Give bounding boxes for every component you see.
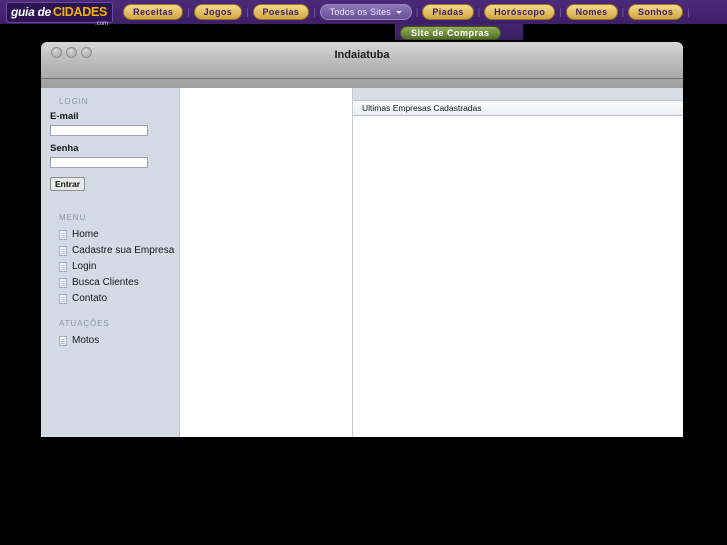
sidebar: LOGIN E-mail Senha Entrar MENU Home Cada… (41, 88, 180, 437)
sidebar-menu-heading: MENU (59, 213, 87, 222)
logo-text-domain: .com (95, 20, 109, 27)
nav-separator: | (621, 7, 624, 17)
sidebar-item-label: Cadastre sua Empresa (72, 245, 175, 256)
nav-item-nomes[interactable]: Nomes (565, 4, 618, 20)
secondary-navbar: Site de Compras (395, 24, 523, 40)
page-icon (59, 262, 67, 272)
page-icon (59, 294, 67, 304)
nav-item-receitas[interactable]: Receitas (123, 4, 184, 20)
sidebar-item-contato[interactable]: Contato (41, 291, 179, 307)
sidebar-item-label: Home (72, 229, 99, 240)
password-field[interactable] (50, 157, 148, 168)
email-label: E-mail (50, 111, 79, 122)
nav-separator: | (246, 7, 249, 17)
nav-item-piadas[interactable]: Piadas (422, 4, 474, 20)
ultimas-empresas-header: Ultimas Empresas Cadastradas (353, 101, 683, 116)
page-icon (59, 336, 67, 346)
nav-separator: | (477, 7, 481, 17)
nav-separator: | (559, 7, 562, 17)
main-content-area (180, 88, 353, 437)
logo-text-secondary: CIDADES (52, 4, 108, 19)
sidebar-item-login[interactable]: Login (41, 259, 179, 275)
site-logo[interactable]: guia de CIDADES .com (6, 1, 114, 27)
site-top-navbar: guia de CIDADES .com Receitas | Jogos | … (0, 0, 727, 27)
right-panel: Ultimas Empresas Cadastradas (353, 88, 683, 437)
page-icon (59, 230, 67, 240)
nav-item-jogos[interactable]: Jogos (193, 4, 243, 20)
sidebar-item-label: Motos (72, 335, 100, 346)
email-field[interactable] (50, 125, 148, 136)
nav-separator: | (187, 7, 190, 17)
sidebar-item-home[interactable]: Home (41, 227, 179, 243)
sidebar-login-heading: LOGIN (59, 97, 89, 106)
chevron-down-icon (396, 10, 403, 14)
logo-text-primary: guia de (11, 4, 51, 19)
page-icon (59, 246, 67, 256)
entrar-button[interactable]: Entrar (50, 177, 86, 191)
window-title-bar[interactable]: Indaiatuba (41, 42, 683, 79)
nav-item-todos-os-sites-label: Todos os Sites (329, 7, 392, 17)
nav-item-poesias[interactable]: Poesias (252, 4, 310, 20)
nav-separator: | (416, 7, 419, 17)
sidebar-item-motos[interactable]: Motos (41, 333, 179, 349)
sidebar-item-label: Busca Clientes (72, 277, 139, 288)
window-toolbar (41, 79, 683, 88)
nav-item-todos-os-sites[interactable]: Todos os Sites (319, 4, 413, 20)
password-label: Senha (50, 143, 79, 154)
sidebar-atuacoes-heading: ATUAÇÕES (59, 319, 110, 328)
sidebar-item-label: Contato (72, 293, 108, 304)
site-de-compras-button[interactable]: Site de Compras (400, 26, 501, 40)
right-panel-top-spacer (353, 88, 683, 101)
nav-separator: | (687, 7, 690, 17)
sidebar-item-label: Login (72, 261, 97, 272)
nav-separator: | (313, 7, 316, 17)
page-icon (59, 278, 67, 288)
sidebar-item-cadastre-sua-empresa[interactable]: Cadastre sua Empresa (41, 243, 179, 259)
nav-item-sonhos[interactable]: Sonhos (627, 4, 684, 20)
sidebar-item-busca-clientes[interactable]: Busca Clientes (41, 275, 179, 291)
nav-item-horoscopo[interactable]: Horóscopo (484, 4, 556, 20)
browser-window: Indaiatuba LOGIN E-mail Senha Entrar MEN… (41, 42, 683, 437)
window-title: Indaiatuba (334, 49, 390, 61)
page-content: LOGIN E-mail Senha Entrar MENU Home Cada… (41, 88, 683, 437)
